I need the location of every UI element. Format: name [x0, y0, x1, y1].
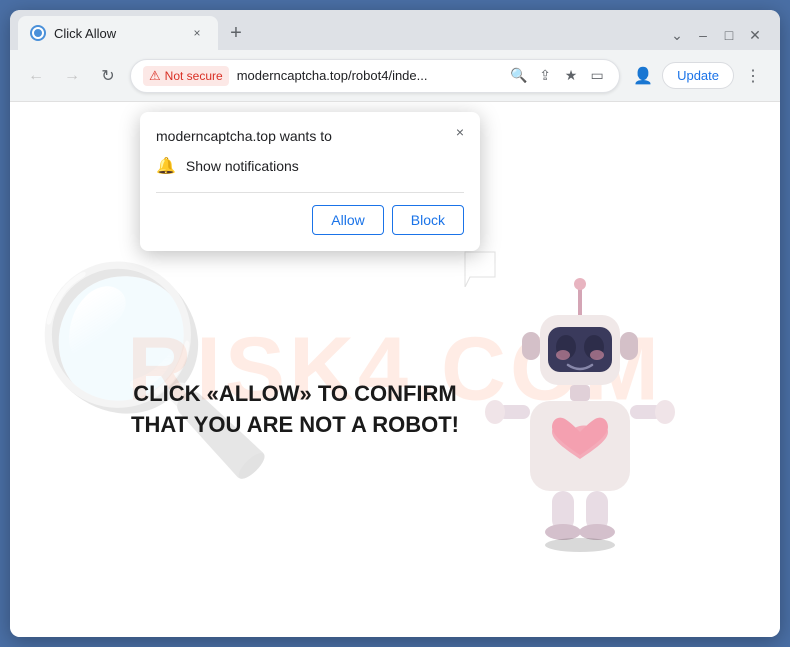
toolbar-right: 👤 Update ⋮ — [628, 61, 768, 91]
minimize-button[interactable]: – — [694, 26, 712, 44]
update-button[interactable]: Update — [662, 62, 734, 89]
not-secure-label: Not secure — [165, 69, 223, 83]
browser-window: Click Allow × + ⌄ – □ ✕ ← → ↻ ⚠ Not secu… — [10, 10, 780, 637]
new-tab-button[interactable]: + — [222, 19, 250, 47]
tab-close-button[interactable]: × — [188, 24, 206, 42]
maximize-button[interactable]: □ — [720, 26, 738, 44]
tab-bar: Click Allow × + ⌄ – □ ✕ — [10, 10, 780, 50]
page-content: RISK4.COM 🔍 moderncaptcha.top wants to ×… — [10, 102, 780, 637]
allow-button[interactable]: Allow — [312, 205, 383, 235]
not-secure-badge: ⚠ Not secure — [143, 66, 229, 86]
url-bar[interactable]: ⚠ Not secure moderncaptcha.top/robot4/in… — [130, 59, 620, 93]
captcha-text: CLICK «ALLOW» TO CONFIRM THAT YOU ARE NO… — [120, 379, 470, 441]
menu-icon[interactable]: ⋮ — [738, 61, 768, 91]
active-tab[interactable]: Click Allow × — [18, 16, 218, 50]
window-controls: ⌄ – □ ✕ — [668, 26, 772, 50]
block-button[interactable]: Block — [392, 205, 464, 235]
bookmark-icon[interactable]: ★ — [561, 66, 581, 86]
url-text: moderncaptcha.top/robot4/inde... — [237, 68, 501, 83]
popup-title: moderncaptcha.top wants to — [156, 128, 464, 144]
refresh-button[interactable]: ↻ — [94, 62, 122, 90]
popup-divider — [156, 192, 464, 193]
notification-popup: moderncaptcha.top wants to × 🔔 Show noti… — [140, 112, 480, 251]
notification-row: 🔔 Show notifications — [156, 156, 464, 176]
address-bar: ← → ↻ ⚠ Not secure moderncaptcha.top/rob… — [10, 50, 780, 102]
search-icon[interactable]: 🔍 — [509, 66, 529, 86]
chevron-down-icon[interactable]: ⌄ — [668, 26, 686, 44]
bell-icon: 🔔 — [156, 156, 176, 176]
close-button[interactable]: ✕ — [746, 26, 764, 44]
url-icons: 🔍 ⇪ ★ ▭ — [509, 66, 607, 86]
forward-button[interactable]: → — [58, 62, 86, 90]
tab-title: Click Allow — [54, 26, 180, 41]
split-view-icon[interactable]: ▭ — [587, 66, 607, 86]
back-button[interactable]: ← — [22, 62, 50, 90]
popup-close-button[interactable]: × — [450, 122, 470, 142]
popup-buttons: Allow Block — [156, 205, 464, 235]
share-icon[interactable]: ⇪ — [535, 66, 555, 86]
profile-icon[interactable]: 👤 — [628, 61, 658, 91]
tab-favicon — [30, 25, 46, 41]
speech-bubble-tail — [460, 247, 500, 287]
warning-icon: ⚠ — [149, 68, 161, 84]
notification-text: Show notifications — [186, 158, 299, 174]
